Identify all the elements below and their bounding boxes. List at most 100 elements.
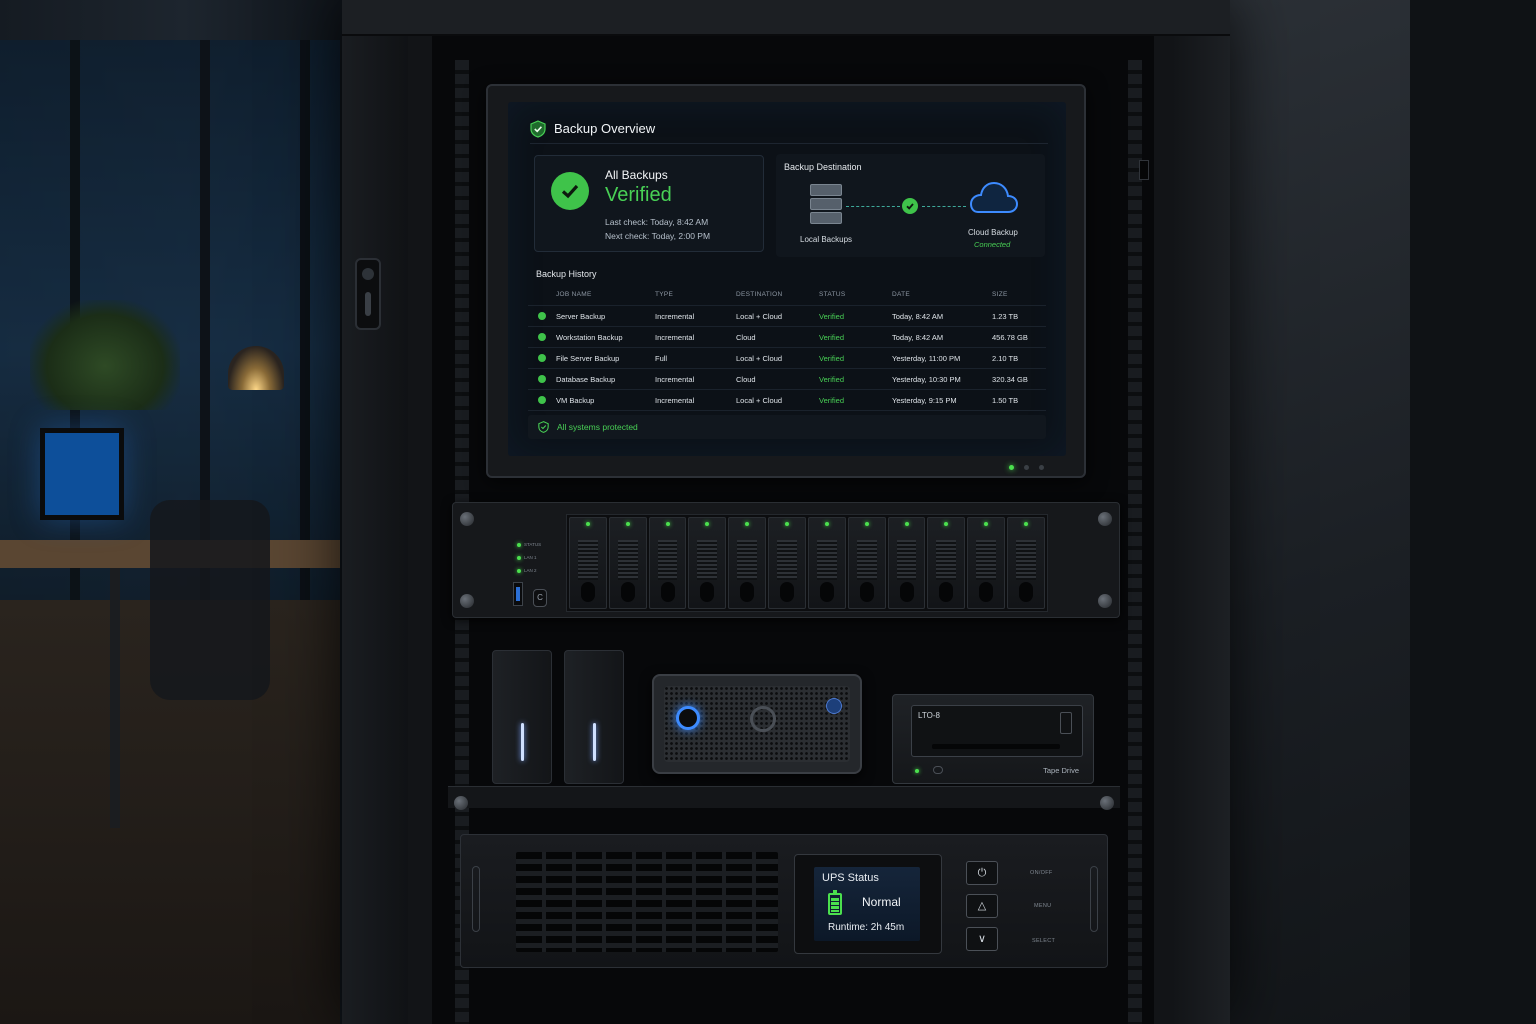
brand-logo-icon [750, 706, 776, 732]
destination-card: Backup Destination Local Backups Cloud B… [776, 154, 1045, 257]
column-header: JOB NAME [556, 291, 592, 298]
power-ring-icon[interactable] [676, 706, 700, 730]
tape-button[interactable] [933, 766, 943, 774]
job-destination: Local + Cloud [736, 353, 783, 363]
protection-footer: All systems protected [528, 415, 1046, 439]
nas-label-lan1: LAN 1 [524, 555, 537, 560]
rack-screw [1098, 512, 1112, 526]
server-stack-icon [810, 184, 842, 224]
drive-bay[interactable] [1007, 517, 1045, 609]
power-button[interactable]: ⏻ [966, 861, 998, 885]
job-size: 1.50 TB [992, 395, 1019, 405]
job-destination: Local + Cloud [736, 395, 783, 405]
job-name: Database Backup [556, 374, 616, 384]
connection-line [846, 206, 900, 207]
lan1-led [517, 556, 521, 560]
connection-line [922, 206, 966, 207]
job-type: Incremental [655, 374, 695, 384]
local-backups-label: Local Backups [800, 235, 853, 244]
office-plant [30, 300, 180, 410]
destination-heading: Backup Destination [784, 162, 862, 172]
check-circle-icon [902, 198, 918, 214]
drive-bay[interactable] [927, 517, 966, 609]
tape-slot[interactable] [932, 744, 1060, 749]
check-circle-icon [538, 354, 546, 362]
check-circle-icon [551, 172, 589, 210]
cloud-status: Connected [974, 240, 1011, 249]
check-circle-icon [538, 396, 546, 404]
power-led [1009, 465, 1014, 470]
ups-handle [472, 866, 480, 932]
drive-bay[interactable] [887, 517, 926, 609]
job-name: VM Backup [556, 395, 595, 405]
rack-monitor: Backup Overview All Backups Verified Las… [486, 84, 1086, 478]
check-circle-icon [538, 375, 546, 383]
rack-door-left [342, 36, 408, 1024]
wifi-badge-icon [826, 698, 842, 714]
tape-drive: LTO-8 Tape Drive [892, 694, 1094, 784]
job-status: Verified [819, 311, 845, 321]
column-header: STATUS [819, 291, 846, 298]
job-status: Verified [819, 395, 845, 405]
rack-door-handle[interactable] [355, 258, 381, 330]
table-row[interactable]: Server Backup Incremental Local + Cloud … [528, 306, 1046, 327]
eject-button[interactable] [1060, 712, 1072, 734]
ups-runtime: Runtime: 2h 45m [828, 922, 905, 933]
job-status: Verified [819, 374, 845, 384]
history-heading: Backup History [536, 269, 597, 279]
ups-vent [516, 852, 778, 952]
table-row[interactable]: Workstation Backup Incremental Cloud Ver… [528, 327, 1046, 348]
drive-bay[interactable] [807, 517, 846, 609]
nas-power-button[interactable]: C [533, 589, 547, 607]
table-row[interactable]: VM Backup Incremental Local + Cloud Veri… [528, 390, 1046, 411]
rack-rail-right [1128, 60, 1142, 1024]
job-type: Incremental [655, 332, 695, 342]
job-size: 320.34 GB [992, 374, 1028, 384]
power-label: ON/OFF [1030, 870, 1053, 876]
usb-port[interactable] [513, 582, 523, 606]
app-header: Backup Overview [530, 114, 1048, 144]
external-drive [492, 650, 552, 784]
job-destination: Cloud [736, 332, 756, 342]
drive-bay[interactable] [967, 517, 1006, 609]
external-drive [564, 650, 624, 784]
battery-icon [828, 890, 842, 915]
rack-top [342, 0, 1230, 36]
column-header: DESTINATION [736, 291, 783, 298]
monitor-indicators [1009, 465, 1044, 470]
table-row[interactable]: File Server Backup Full Local + Cloud Ve… [528, 348, 1046, 369]
monitor-button[interactable] [1024, 465, 1029, 470]
drive-bay[interactable] [608, 517, 647, 609]
job-date: Yesterday, 10:30 PM [892, 374, 961, 384]
down-button[interactable]: ∨ [966, 927, 998, 951]
select-label: SELECT [1032, 938, 1056, 944]
table-row[interactable]: Database Backup Incremental Cloud Verifi… [528, 369, 1046, 390]
cloud-backup-label: Cloud Backup [968, 228, 1018, 237]
status-state: Verified [605, 184, 672, 206]
drive-bay[interactable] [688, 517, 727, 609]
job-destination: Local + Cloud [736, 311, 783, 321]
rack-door-right [1172, 36, 1230, 1024]
job-size: 1.23 TB [992, 311, 1019, 321]
job-date: Today, 8:42 AM [892, 332, 944, 342]
drive-bay[interactable] [569, 517, 607, 609]
job-type: Incremental [655, 395, 695, 405]
drive-bay[interactable] [648, 517, 687, 609]
up-button[interactable]: △ [966, 894, 998, 918]
column-header: TYPE [655, 291, 674, 298]
tape-front-panel: LTO-8 [911, 705, 1083, 757]
job-date: Yesterday, 11:00 PM [892, 353, 961, 363]
table-header: JOB NAME TYPE DESTINATION STATUS DATE SI… [528, 284, 1046, 306]
drive-bay[interactable] [768, 517, 806, 609]
job-type: Full [655, 353, 668, 363]
backup-history-table: JOB NAME TYPE DESTINATION STATUS DATE SI… [528, 284, 1046, 411]
status-led [517, 543, 521, 547]
job-destination: Cloud [736, 374, 756, 384]
drive-bay[interactable] [847, 517, 886, 609]
drive-bay[interactable] [728, 517, 767, 609]
tape-drive-label: Tape Drive [1043, 766, 1079, 775]
page-title: Backup Overview [554, 121, 656, 136]
job-date: Yesterday, 9:15 PM [892, 395, 957, 405]
monitor-button[interactable] [1039, 465, 1044, 470]
rack-screw [454, 796, 468, 810]
